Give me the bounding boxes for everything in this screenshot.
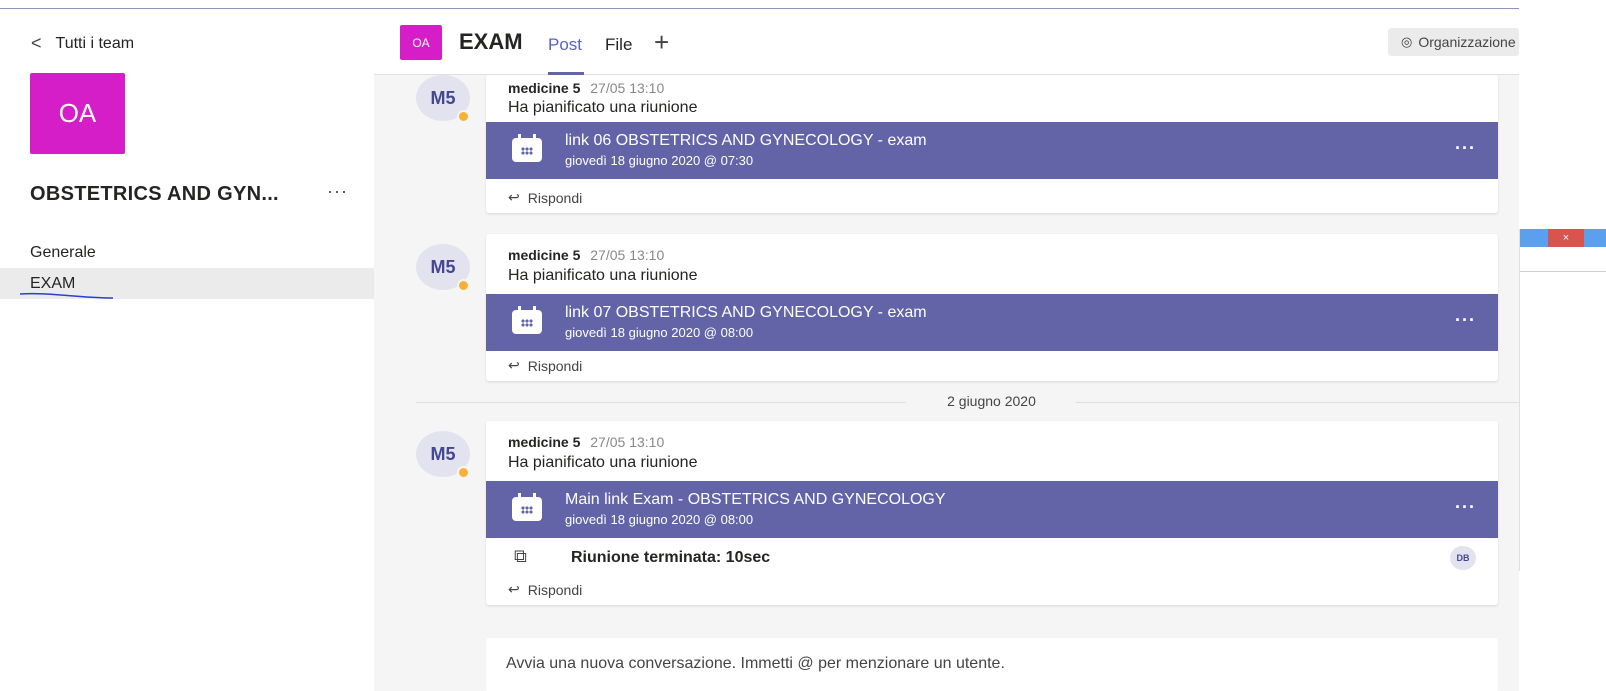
message-card: medicine 5 27/05 13:10 Ha pianificato un… (486, 421, 1498, 605)
meeting-title: link 06 OBSTETRICS AND GYNECOLOGY - exam (565, 132, 927, 149)
date-separator: 2 giugno 2020 (416, 392, 1519, 412)
status-away-icon (457, 466, 470, 479)
message-card: medicine 5 27/05 13:10 Ha pianificato un… (486, 75, 1498, 213)
channel-label: Generale (30, 243, 96, 261)
meeting-more-options-button[interactable]: ··· (1455, 138, 1476, 159)
eye-icon: ◎ (1401, 34, 1413, 49)
message-time: 27/05 13:10 (590, 80, 665, 96)
avatar-initials: M5 (430, 256, 456, 277)
avatar-initials: M5 (430, 443, 456, 464)
reply-button[interactable]: ↩ Rispondi (508, 581, 582, 598)
meeting-more-options-button[interactable]: ··· (1455, 310, 1476, 331)
message-time: 27/05 13:10 (590, 247, 665, 263)
reply-button[interactable]: ↩ Rispondi (508, 357, 582, 374)
team-name: OBSTETRICS AND GYN... (30, 183, 279, 205)
meeting-date: giovedì 18 giugno 2020 @ 07:30 (565, 153, 754, 168)
meeting-ended-row: ⧉ Riunione terminata: 10sec DB (486, 538, 1498, 576)
status-away-icon (457, 279, 470, 292)
calendar-icon (512, 493, 542, 521)
channel-team-avatar: OA (400, 25, 442, 60)
organization-button[interactable]: ◎ Organizzazione (1388, 28, 1519, 56)
meeting-title: Main link Exam - OBSTETRICS AND GYNECOLO… (565, 491, 946, 508)
reply-button[interactable]: ↩ Rispondi (508, 189, 582, 206)
reply-label: Rispondi (527, 357, 583, 374)
message-author[interactable]: medicine 5 (508, 247, 580, 263)
channel-title: EXAM (459, 29, 523, 54)
meeting-title: link 07 OBSTETRICS AND GYNECOLOGY - exam (565, 304, 927, 321)
reply-label: Rispondi (527, 581, 583, 598)
chevron-left-icon: < (31, 33, 42, 53)
organization-label: Organizzazione (1418, 34, 1516, 50)
message-text: Ha pianificato una riunione (508, 99, 698, 116)
calendar-icon (512, 134, 542, 162)
meeting-card[interactable]: link 06 OBSTETRICS AND GYNECOLOGY - exam… (486, 122, 1498, 179)
message-meta: medicine 5 27/05 13:10 (508, 247, 664, 263)
video-icon: ⧉ (514, 546, 527, 566)
reply-arrow-icon: ↩ (508, 357, 520, 373)
sidebar: < Tutti i team OA OBSTETRICS AND GYN... … (0, 9, 374, 691)
message-time: 27/05 13:10 (590, 434, 665, 450)
reply-arrow-icon: ↩ (508, 189, 520, 205)
status-away-icon (457, 110, 470, 123)
reply-arrow-icon: ↩ (508, 581, 520, 597)
channel-item-generale[interactable]: Generale (0, 237, 374, 268)
meeting-more-options-button[interactable]: ··· (1455, 497, 1476, 518)
message-card: medicine 5 27/05 13:10 Ha pianificato un… (486, 234, 1498, 381)
handwritten-underline (19, 292, 114, 299)
tab-file[interactable]: File (605, 35, 632, 55)
back-label: Tutti i team (55, 34, 135, 52)
avatar[interactable]: M5 (416, 75, 470, 123)
add-tab-plus-icon[interactable]: + (654, 27, 669, 58)
calendar-icon (512, 306, 542, 334)
divider (1520, 271, 1606, 272)
channel-header: OA EXAM Post File + ◎ Organizzazione (374, 9, 1519, 75)
team-more-options-button[interactable]: ··· (327, 181, 348, 202)
participant-avatar[interactable]: DB (1450, 546, 1476, 570)
team-avatar: OA (30, 73, 125, 154)
message-meta: medicine 5 27/05 13:10 (508, 80, 664, 96)
message-meta: medicine 5 27/05 13:10 (508, 434, 664, 450)
tab-post[interactable]: Post (548, 35, 582, 55)
reply-label: Rispondi (527, 189, 583, 206)
avatar[interactable]: M5 (416, 431, 470, 479)
message-author[interactable]: medicine 5 (508, 434, 580, 450)
compose-placeholder: Avvia una nuova conversazione. Immetti @… (506, 655, 1005, 672)
meeting-ended-text: Riunione terminata: 10sec (571, 549, 771, 566)
close-icon[interactable]: × (1548, 229, 1584, 247)
meeting-card[interactable]: Main link Exam - OBSTETRICS AND GYNECOLO… (486, 481, 1498, 538)
message-text: Ha pianificato una riunione (508, 454, 698, 471)
meeting-card[interactable]: link 07 OBSTETRICS AND GYNECOLOGY - exam… (486, 294, 1498, 351)
date-separator-label: 2 giugno 2020 (947, 393, 1036, 409)
background-window-fragment: × (1519, 229, 1606, 571)
avatar-initials: M5 (430, 87, 456, 108)
meeting-date: giovedì 18 giugno 2020 @ 08:00 (565, 512, 754, 527)
avatar[interactable]: M5 (416, 244, 470, 292)
message-text: Ha pianificato una riunione (508, 267, 698, 284)
team-initials: OA (58, 98, 97, 128)
new-conversation-box[interactable]: Avvia una nuova conversazione. Immetti @… (486, 638, 1498, 691)
message-author[interactable]: medicine 5 (508, 80, 580, 96)
meeting-date: giovedì 18 giugno 2020 @ 08:00 (565, 325, 754, 340)
back-to-teams-link[interactable]: < Tutti i team (31, 33, 134, 54)
